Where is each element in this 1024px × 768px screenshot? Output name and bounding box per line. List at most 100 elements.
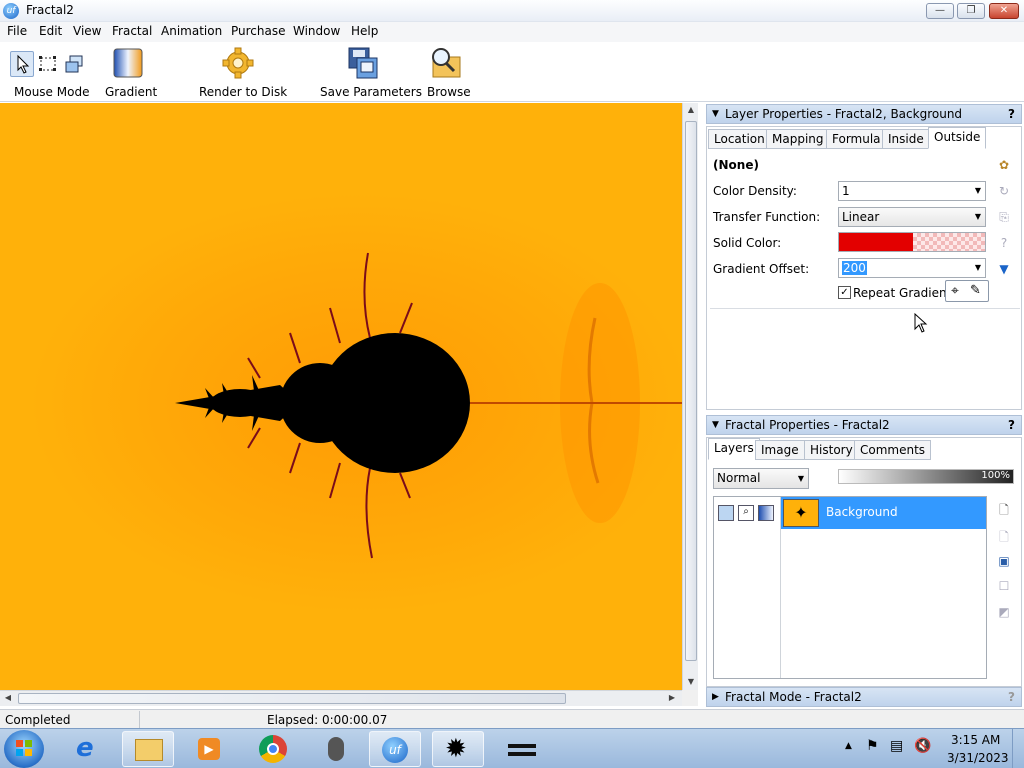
clock-time[interactable]: 3:15 AM <box>951 733 1000 747</box>
tab-outside[interactable]: Outside <box>928 127 987 149</box>
file-explorer-taskbar-button[interactable] <box>122 731 174 767</box>
layer-blank-icon[interactable]: ☐ <box>996 578 1012 594</box>
tab-formula[interactable]: Formula <box>826 129 887 149</box>
fractal-mode-header[interactable]: ▶ Fractal Mode - Fractal2 ? <box>706 687 1022 707</box>
select-region-button[interactable] <box>38 54 58 74</box>
menu-edit[interactable]: Edit <box>39 24 62 38</box>
add-mask-icon[interactable]: ▣ <box>996 553 1012 569</box>
opacity-slider[interactable]: 100% <box>838 469 1014 484</box>
gradient-button[interactable] <box>112 47 144 79</box>
link-parameter-icon[interactable]: ⎘ <box>996 209 1012 225</box>
menu-purchase[interactable]: Purchase <box>231 24 286 38</box>
outside-algorithm-name[interactable]: (None) <box>713 158 759 172</box>
transfer-function-select[interactable]: Linear ▼ <box>838 207 986 227</box>
tab-history[interactable]: History <box>804 440 859 460</box>
windows-start-icon[interactable] <box>4 730 44 768</box>
blend-mode-select[interactable]: Normal ▼ <box>713 468 809 489</box>
save-parameters-button[interactable] <box>346 46 380 80</box>
reset-icon[interactable]: ↻ <box>996 183 1012 199</box>
help-question-icon[interactable]: ? <box>996 235 1012 251</box>
layer-name: Background <box>826 505 898 519</box>
scroll-up-arrow-icon[interactable]: ▲ <box>685 105 697 114</box>
help-icon[interactable]: ? <box>1008 688 1015 706</box>
fractal-properties-title: Fractal Properties - Fractal2 <box>725 418 890 432</box>
tab-inside[interactable]: Inside <box>882 129 930 149</box>
volume-muted-icon[interactable]: 🔇 <box>914 738 931 754</box>
eyedropper-icon[interactable]: ✎ <box>970 283 981 298</box>
solid-color-swatch[interactable] <box>838 232 986 252</box>
internet-explorer-taskbar-button[interactable]: e <box>64 731 116 767</box>
chrome-taskbar-button[interactable] <box>248 731 300 767</box>
menu-view[interactable]: View <box>73 24 101 38</box>
fractal-properties-header[interactable]: ▼ Fractal Properties - Fractal2 ? <box>706 415 1022 435</box>
select-mode-button[interactable] <box>10 51 34 77</box>
close-button[interactable]: ✕ <box>989 3 1019 19</box>
canvas-horizontal-scrollbar[interactable]: ◀ ▶ <box>0 690 682 706</box>
tab-mapping[interactable]: Mapping <box>766 129 830 149</box>
fractal-window-taskbar-button[interactable]: ✹ <box>432 731 484 767</box>
layer-zoom-icon[interactable]: ⌕ <box>738 505 754 521</box>
collapse-triangle-icon[interactable]: ▼ <box>712 416 719 434</box>
layer-visibility-icon[interactable] <box>718 505 734 521</box>
menu-help[interactable]: Help <box>351 24 378 38</box>
menu-window[interactable]: Window <box>293 24 340 38</box>
horizontal-scroll-thumb[interactable] <box>18 693 566 704</box>
gradient-offset-field[interactable]: 200 ▼ <box>838 258 986 278</box>
tab-image[interactable]: Image <box>755 440 805 460</box>
duplicate-layer-icon[interactable]: 🗋 <box>996 529 1012 545</box>
transfer-function-value: Linear <box>842 210 880 224</box>
help-icon[interactable]: ? <box>1008 416 1015 434</box>
tab-layers[interactable]: Layers <box>708 438 760 460</box>
tab-comments[interactable]: Comments <box>854 440 932 460</box>
repeat-gradient-checkbox[interactable]: ✓ <box>838 286 851 299</box>
tab-location[interactable]: Location <box>708 129 771 149</box>
browse-button[interactable] <box>429 46 463 80</box>
color-density-field[interactable]: 1 ▼ <box>838 181 986 201</box>
layout-mode-button[interactable] <box>64 54 84 74</box>
scroll-right-arrow-icon[interactable]: ▶ <box>667 693 677 702</box>
render-to-disk-label: Render to Disk <box>199 85 288 99</box>
expand-triangle-icon[interactable]: ▶ <box>712 688 719 706</box>
formula-browse-icon[interactable]: ✿ <box>996 157 1012 173</box>
collapse-triangle-icon[interactable]: ▼ <box>712 105 719 123</box>
dropdown-arrow-icon[interactable]: ▼ <box>975 259 981 277</box>
expand-triangle-icon[interactable]: ▼ <box>996 261 1012 277</box>
layer-gradient-icon[interactable] <box>758 505 774 521</box>
mandelbrot-image <box>0 103 682 690</box>
restore-button[interactable]: ❐ <box>957 3 985 19</box>
clock-date[interactable]: 3/31/2023 <box>947 751 1009 765</box>
layer-properties-header[interactable]: ▼ Layer Properties - Fractal2, Backgroun… <box>706 104 1022 124</box>
dropdown-arrow-icon[interactable]: ▼ <box>975 182 981 200</box>
folder-icon <box>135 739 163 761</box>
add-layer-icon[interactable]: 🗋 <box>996 502 1012 518</box>
equals-icon-bottom <box>508 752 536 756</box>
dropdown-arrow-icon[interactable]: ▼ <box>798 469 804 488</box>
action-center-flag-icon[interactable]: ⚑ <box>866 738 879 754</box>
menu-file[interactable]: File <box>7 24 27 38</box>
layer-row-background[interactable]: ✦ Background <box>781 497 986 529</box>
media-player-taskbar-button[interactable]: ▶ <box>184 731 236 767</box>
help-icon[interactable]: ? <box>1008 105 1015 123</box>
canvas-vertical-scrollbar[interactable]: ▲ ▼ <box>682 103 698 690</box>
gradient-icon <box>113 48 143 78</box>
show-hidden-icons-icon[interactable]: ▲ <box>845 741 852 751</box>
layer-gradient-fill-icon[interactable]: ◩ <box>996 604 1012 620</box>
ultra-fractal-app-icon[interactable]: uf <box>3 3 19 19</box>
dropdown-arrow-icon[interactable]: ▼ <box>975 208 981 226</box>
ultra-fractal-taskbar-button[interactable]: uf <box>369 731 421 767</box>
show-desktop-button[interactable] <box>1012 729 1024 768</box>
vertical-scroll-thumb[interactable] <box>685 121 697 661</box>
fractal-canvas[interactable] <box>0 103 682 690</box>
scroll-down-arrow-icon[interactable]: ▼ <box>685 677 697 686</box>
network-icon[interactable]: ▤ <box>890 738 903 754</box>
scroll-left-arrow-icon[interactable]: ◀ <box>3 693 13 702</box>
menu-animation[interactable]: Animation <box>161 24 222 38</box>
mouse-settings-taskbar-button[interactable] <box>310 731 362 767</box>
app-taskbar-button[interactable] <box>496 731 548 767</box>
render-to-disk-button[interactable] <box>222 47 254 79</box>
menu-fractal[interactable]: Fractal <box>112 24 152 38</box>
crosshair-icon[interactable]: ⌖ <box>951 283 959 299</box>
minimize-button[interactable]: — <box>926 3 954 19</box>
divider <box>710 308 1020 309</box>
color-density-value: 1 <box>842 184 850 198</box>
